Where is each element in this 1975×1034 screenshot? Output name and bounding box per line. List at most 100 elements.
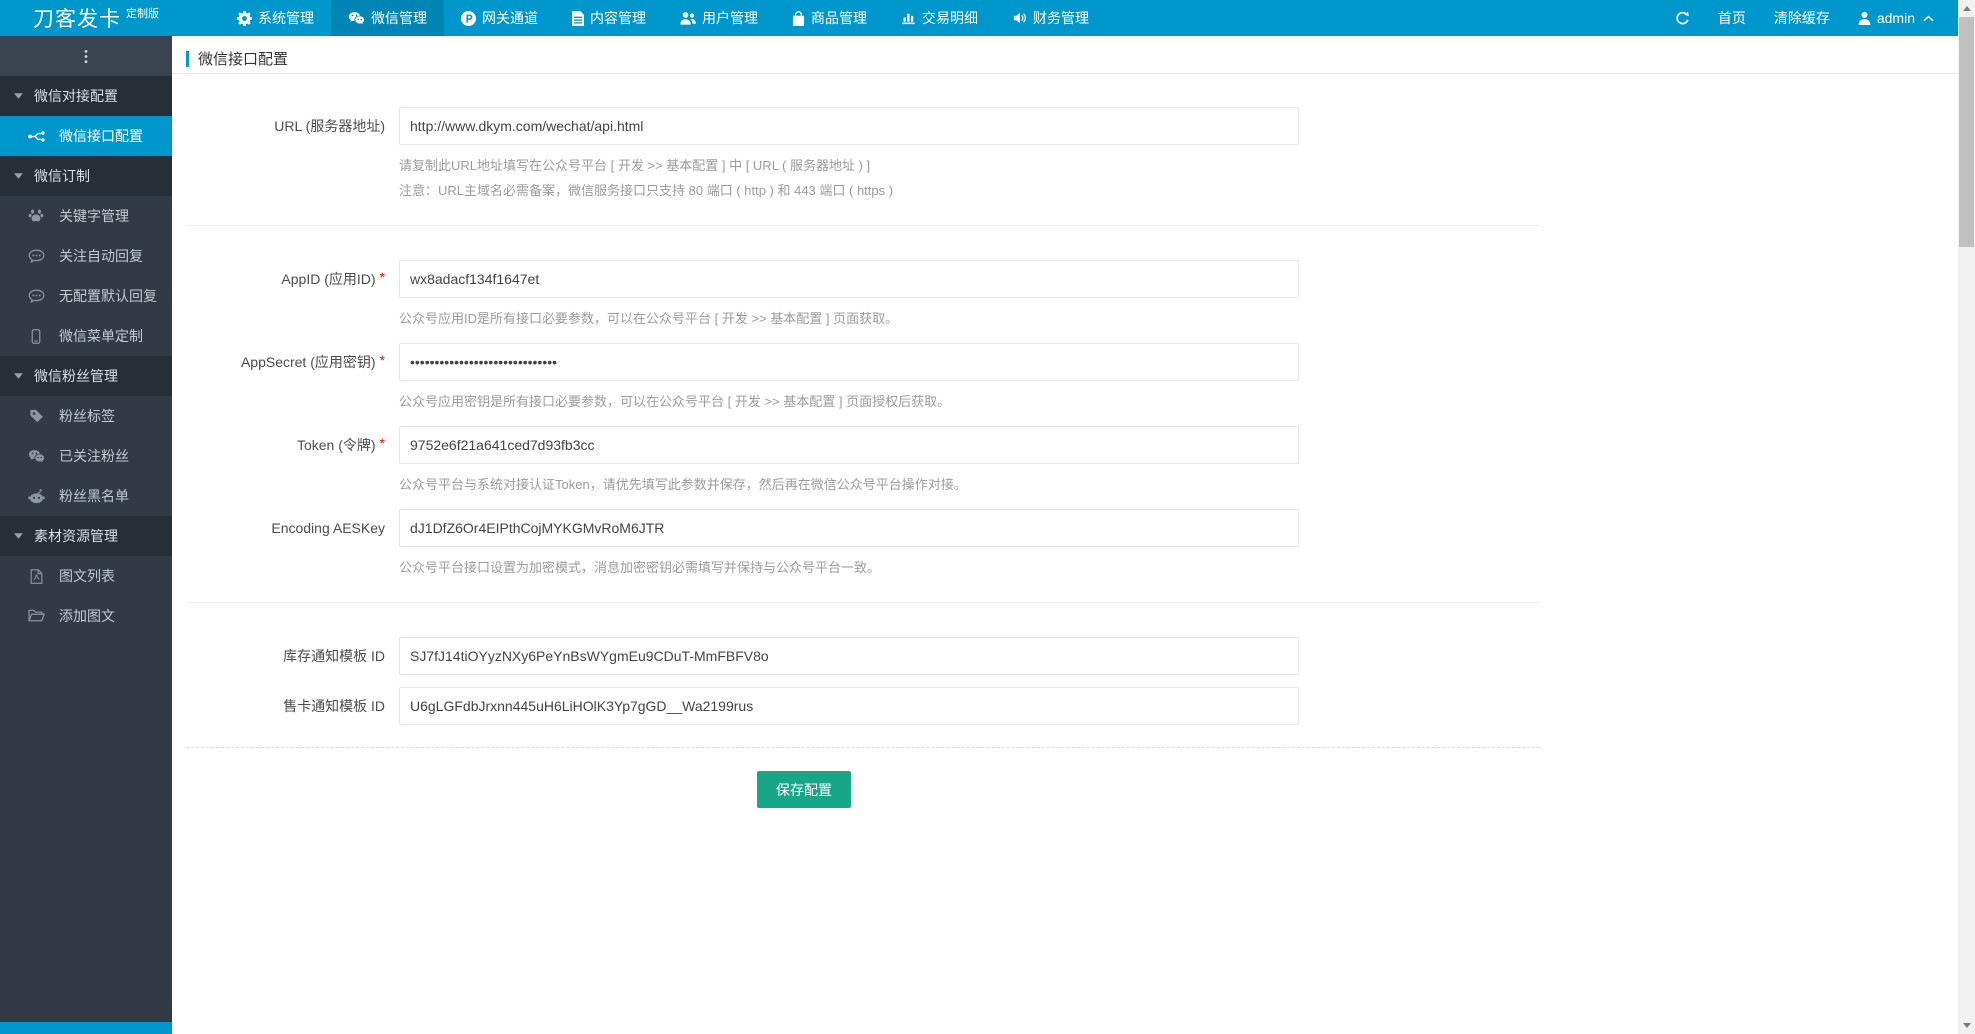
field-help-text: 注意：URL主域名必需备案，微信服务接口只支持 80 端口 ( http ) 和… — [399, 183, 894, 198]
sidebar-group-label: 微信粉丝管理 — [34, 368, 118, 384]
field-label: 售卡通知模板 ID — [186, 687, 399, 725]
sidebar-item[interactable]: 已关注粉丝 — [0, 436, 172, 476]
sidebar-item-label: 已关注粉丝 — [59, 448, 129, 464]
form-row: 库存通知模板 ID — [186, 637, 1540, 675]
sidebar-menu: 微信对接配置微信接口配置微信订制关键字管理 关注自动回复无配置默认回复微信菜单定制… — [0, 76, 172, 636]
nav-item-5[interactable]: 用户管理 — [663, 0, 775, 36]
field-control: 公众号平台与系统对接认证Token，请优先填写此参数并保存，然后再在微信公众号平… — [399, 426, 1540, 497]
sidebar-item[interactable]: 微信菜单定制 — [0, 316, 172, 356]
main-content: 微信接口配置 URL (服务器地址) 请复制此URL地址填写在公众号平台 [ 开发… — [172, 36, 1958, 1034]
nav-item-2[interactable]: 微信管理 — [331, 0, 444, 36]
config-form: URL (服务器地址) 请复制此URL地址填写在公众号平台 [ 开发 >> 基本配… — [172, 74, 1540, 725]
top-navbar: 刀客发卡 定制版 系统管理 微信管理 网关通道 内容管理 用户管理 商品管理 交易明细 财务管… — [0, 0, 1958, 36]
nav-item-7[interactable]: 交易明细 — [884, 0, 995, 36]
paw-icon — [27, 209, 45, 223]
field-label-text: 售卡通知模板 ID — [283, 698, 385, 714]
scroll-up-arrow[interactable] — [1958, 0, 1975, 17]
goods-icon — [792, 10, 805, 26]
sidebar-item[interactable]: 微信接口配置 — [0, 116, 172, 156]
sidebar-group-header[interactable]: 素材资源管理 — [0, 516, 172, 556]
brand[interactable]: 刀客发卡 定制版 — [0, 0, 172, 36]
sidebar-item-label: 添加图文 — [59, 608, 115, 624]
field-input[interactable] — [399, 343, 1299, 381]
field-label: Token (令牌) * — [186, 426, 399, 497]
sidebar-item-label: 微信接口配置 — [59, 128, 143, 144]
home-link[interactable]: 首页 — [1704, 0, 1760, 36]
user-icon — [1858, 11, 1871, 25]
field-control: 请复制此URL地址填写在公众号平台 [ 开发 >> 基本配置 ] 中 [ URL… — [399, 107, 1540, 203]
button-row: 保存配置 — [172, 771, 1958, 808]
nav-right: 首页 清除缓存 admin — [1661, 0, 1958, 36]
sidebar-item-label: 粉丝黑名单 — [59, 488, 129, 504]
sidebar-group-label: 素材资源管理 — [34, 528, 118, 544]
field-control — [399, 687, 1540, 725]
field-control: 公众号应用密钥是所有接口必要参数，可以在公众号平台 [ 开发 >> 基本配置 ]… — [399, 343, 1540, 414]
users-icon — [680, 11, 696, 25]
field-input[interactable] — [399, 107, 1299, 145]
brand-badge: 定制版 — [126, 8, 159, 20]
field-label-text: 库存通知模板 ID — [283, 648, 385, 664]
sidebar-group-label: 微信订制 — [34, 168, 90, 184]
field-input[interactable] — [399, 509, 1299, 547]
sidebar-item[interactable]: 粉丝标签 — [0, 396, 172, 436]
required-asterisk: * — [379, 269, 385, 285]
nav-item-4[interactable]: 内容管理 — [555, 0, 663, 36]
clear-cache-link[interactable]: 清除缓存 — [1760, 0, 1844, 36]
field-input[interactable] — [399, 260, 1299, 298]
sidebar-group-header[interactable]: 微信对接配置 — [0, 76, 172, 116]
sidebar-item[interactable]: 关注自动回复 — [0, 236, 172, 276]
user-menu[interactable]: admin — [1844, 0, 1948, 36]
caret-down-icon — [14, 173, 23, 179]
field-input[interactable] — [399, 426, 1299, 464]
field-input[interactable] — [399, 687, 1299, 725]
sidebar-group-header[interactable]: 微信订制 — [0, 156, 172, 196]
caret-down-icon — [14, 93, 23, 99]
save-config-button[interactable]: 保存配置 — [757, 771, 851, 808]
sidebar-item[interactable]: 图文列表 — [0, 556, 172, 596]
field-label-text: Token (令牌) — [296, 437, 376, 453]
field-input[interactable] — [399, 637, 1299, 675]
sidebar-item[interactable]: 粉丝黑名单 — [0, 476, 172, 516]
nav-item-1[interactable]: 系统管理 — [220, 0, 331, 36]
field-label-text: URL (服务器地址) — [274, 118, 385, 134]
scrollbar-thumb[interactable] — [1959, 17, 1974, 247]
username: admin — [1876, 10, 1915, 26]
sidebar-item[interactable]: 关键字管理 — [0, 196, 172, 236]
field-help-text: 公众号平台接口设置为加密模式，消息加密密钥必需填写并保持与公众号平台一致。 — [399, 560, 881, 575]
field-label-text: AppSecret (应用密钥) — [240, 354, 376, 370]
sidebar-collapse-toggle[interactable] — [0, 36, 172, 76]
nav-item-label: 网关通道 — [482, 10, 538, 26]
sidebar-item[interactable]: 添加图文 — [0, 596, 172, 636]
nav-item-6[interactable]: 商品管理 — [775, 0, 884, 36]
nav-menu: 系统管理 微信管理 网关通道 内容管理 用户管理 商品管理 交易明细 财务管理 — [220, 0, 1106, 36]
content-icon — [572, 10, 584, 26]
nav-item-8[interactable]: 财务管理 — [995, 0, 1106, 36]
scroll-down-arrow[interactable] — [1958, 1017, 1975, 1034]
tag-icon — [27, 409, 45, 423]
sidebar-item[interactable]: 无配置默认回复 — [0, 276, 172, 316]
title-accent-bar — [186, 50, 189, 67]
field-control — [399, 637, 1540, 675]
form-row: AppSecret (应用密钥)*公众号应用密钥是所有接口必要参数，可以在公众号… — [186, 343, 1540, 414]
sidebar-item-label: 粉丝标签 — [59, 408, 115, 424]
sidebar-group-header[interactable]: 微信粉丝管理 — [0, 356, 172, 396]
field-help-text: 公众号应用ID是所有接口必要参数，可以在公众号平台 [ 开发 >> 基本配置 ]… — [399, 311, 899, 326]
form-row: URL (服务器地址) 请复制此URL地址填写在公众号平台 [ 开发 >> 基本配… — [186, 107, 1540, 203]
refresh-button[interactable] — [1661, 0, 1704, 36]
sidebar-item-label: 无配置默认回复 — [59, 288, 157, 304]
field-help-text: 公众号应用密钥是所有接口必要参数，可以在公众号平台 [ 开发 >> 基本配置 ]… — [399, 394, 951, 409]
wechat-icon — [27, 449, 45, 464]
usb-icon — [27, 130, 45, 143]
field-help-text: 请复制此URL地址填写在公众号平台 [ 开发 >> 基本配置 ] 中 [ URL… — [399, 158, 871, 173]
field-label: AppSecret (应用密钥) * — [186, 343, 399, 414]
required-asterisk: * — [379, 352, 385, 368]
nav-item-label: 交易明细 — [922, 10, 978, 26]
field-help-text: 公众号平台与系统对接认证Token，请优先填写此参数并保存，然后再在微信公众号平… — [399, 477, 967, 492]
gateway-icon — [461, 10, 476, 26]
field-label-text: AppID (应用ID) — [281, 271, 376, 287]
page-scrollbar[interactable] — [1958, 0, 1975, 1034]
comment-icon — [27, 249, 45, 264]
nav-item-3[interactable]: 网关通道 — [444, 0, 555, 36]
caret-down-icon — [14, 373, 23, 379]
section-divider — [186, 602, 1540, 603]
